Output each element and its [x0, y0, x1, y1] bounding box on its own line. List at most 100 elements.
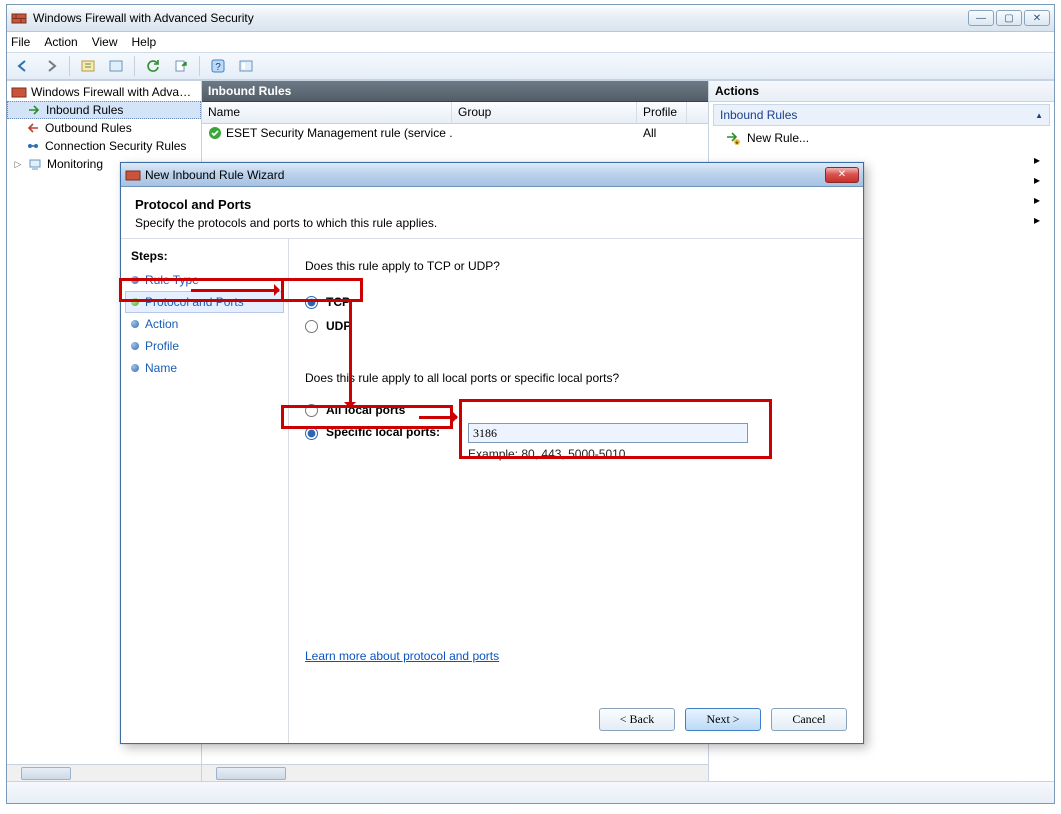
step-label: Action — [145, 317, 178, 331]
steps-label: Steps: — [131, 249, 284, 263]
col-name[interactable]: Name — [202, 102, 452, 123]
radio-all-ports[interactable] — [305, 404, 318, 417]
radio-specific-label: Specific local ports: — [326, 425, 440, 439]
chevron-right-icon: ▸ — [1034, 153, 1040, 167]
dialog-close-button[interactable]: ✕ — [825, 167, 859, 183]
menubar: File Action View Help — [7, 32, 1054, 52]
chevron-right-icon: ▸ — [1034, 173, 1040, 187]
radio-specific-ports[interactable] — [305, 427, 318, 440]
toolbar: ? — [7, 52, 1054, 80]
menu-file[interactable]: File — [11, 35, 30, 49]
main-window: Windows Firewall with Advanced Security … — [6, 4, 1055, 804]
help-icon[interactable]: ? — [206, 55, 230, 77]
toolbar-separator — [134, 56, 135, 76]
window-buttons: — ▢ ✕ — [968, 10, 1050, 26]
dialog-heading: Protocol and Ports — [135, 197, 849, 212]
maximize-button[interactable]: ▢ — [996, 10, 1022, 26]
collapse-icon[interactable]: ▲ — [1035, 111, 1043, 120]
radio-tcp-label: TCP — [326, 295, 350, 309]
menu-help[interactable]: Help — [132, 35, 157, 49]
ports-input[interactable] — [468, 423, 748, 443]
new-rule-icon: ★ — [725, 130, 741, 146]
radio-specific-row[interactable]: Specific local ports: Example: 80, 443, … — [305, 423, 847, 461]
tree-item-label: Outbound Rules — [45, 121, 132, 135]
step-label: Rule Type — [145, 273, 199, 287]
next-button[interactable]: Next > — [685, 708, 761, 731]
table-row[interactable]: ESET Security Management rule (service .… — [202, 124, 708, 142]
export-icon[interactable] — [169, 55, 193, 77]
col-profile[interactable]: Profile — [637, 102, 687, 123]
menu-action[interactable]: Action — [44, 35, 77, 49]
svg-text:★: ★ — [734, 140, 739, 147]
chevron-right-icon: ▸ — [1034, 213, 1040, 227]
outbound-icon — [25, 120, 41, 136]
dialog-content: Does this rule apply to TCP or UDP? TCP … — [289, 239, 863, 743]
back-icon[interactable] — [11, 55, 35, 77]
actions-section[interactable]: Inbound Rules ▲ — [713, 104, 1050, 126]
step-profile[interactable]: Profile — [125, 335, 284, 357]
bullet-icon — [131, 342, 139, 350]
bullet-icon — [131, 276, 139, 284]
tree-item-inbound[interactable]: Inbound Rules — [7, 101, 201, 119]
expand-icon[interactable]: ▷ — [13, 159, 23, 170]
dialog-title: New Inbound Rule Wizard — [145, 168, 825, 182]
step-name[interactable]: Name — [125, 357, 284, 379]
steps-panel: Steps: Rule Type Protocol and Ports Acti… — [121, 239, 289, 743]
forward-icon[interactable] — [39, 55, 63, 77]
radio-all-ports-label: All local ports — [326, 403, 405, 417]
tree-item-outbound[interactable]: Outbound Rules — [7, 119, 201, 137]
toolbar-separator — [69, 56, 70, 76]
radio-udp-label: UDP — [326, 319, 351, 333]
center-header: Inbound Rules — [202, 81, 708, 102]
left-scrollbar[interactable] — [7, 764, 201, 781]
titlebar: Windows Firewall with Advanced Security … — [7, 5, 1054, 32]
dialog-subheading: Specify the protocols and ports to which… — [135, 216, 849, 230]
rule-name: ESET Security Management rule (service .… — [226, 126, 452, 140]
radio-all-ports-row[interactable]: All local ports — [305, 399, 847, 421]
tree-root[interactable]: Windows Firewall with Advanced Security — [7, 83, 201, 101]
titlebar-title: Windows Firewall with Advanced Security — [33, 11, 968, 25]
step-rule-type[interactable]: Rule Type — [125, 269, 284, 291]
step-protocol-ports[interactable]: Protocol and Ports — [125, 291, 284, 313]
action-new-rule[interactable]: ★ New Rule... — [713, 128, 1050, 148]
close-button[interactable]: ✕ — [1024, 10, 1050, 26]
tree-root-label: Windows Firewall with Advanced Security — [31, 85, 197, 99]
tree-item-label: Connection Security Rules — [45, 139, 186, 153]
center-scrollbar[interactable] — [202, 764, 708, 781]
radio-udp-row[interactable]: UDP — [305, 315, 847, 337]
rule-profile: All — [637, 126, 687, 140]
refresh-icon[interactable] — [141, 55, 165, 77]
tree-item-label: Inbound Rules — [46, 103, 123, 117]
menu-view[interactable]: View — [92, 35, 118, 49]
radio-tcp[interactable] — [305, 296, 318, 309]
radio-tcp-row[interactable]: TCP — [305, 291, 847, 313]
firewall-icon — [125, 167, 141, 183]
list-header: Name Group Profile — [202, 102, 708, 124]
col-group[interactable]: Group — [452, 102, 637, 123]
tree-item-label: Monitoring — [47, 157, 103, 171]
dialog-titlebar: New Inbound Rule Wizard ✕ — [121, 163, 863, 187]
step-label: Profile — [145, 339, 179, 353]
svg-text:?: ? — [215, 62, 221, 73]
connection-icon — [25, 138, 41, 154]
ports-example: Example: 80, 443, 5000-5010 — [468, 447, 748, 461]
toolbar-icon-2[interactable] — [104, 55, 128, 77]
question-ports: Does this rule apply to all local ports … — [305, 371, 847, 385]
dialog-header: Protocol and Ports Specify the protocols… — [121, 187, 863, 239]
tree-item-consec[interactable]: Connection Security Rules — [7, 137, 201, 155]
chevron-right-icon: ▸ — [1034, 193, 1040, 207]
bullet-icon — [131, 320, 139, 328]
statusbar — [7, 781, 1054, 803]
back-button[interactable]: < Back — [599, 708, 675, 731]
toolbar-icon-3[interactable] — [234, 55, 258, 77]
learn-more-link[interactable]: Learn more about protocol and ports — [305, 649, 499, 663]
toolbar-icon-1[interactable] — [76, 55, 100, 77]
radio-udp[interactable] — [305, 320, 318, 333]
monitoring-icon — [27, 156, 43, 172]
minimize-button[interactable]: — — [968, 10, 994, 26]
cancel-button[interactable]: Cancel — [771, 708, 847, 731]
dialog-body: Steps: Rule Type Protocol and Ports Acti… — [121, 239, 863, 743]
step-action[interactable]: Action — [125, 313, 284, 335]
dialog-buttons: < Back Next > Cancel — [599, 708, 847, 731]
action-label: New Rule... — [747, 131, 809, 145]
